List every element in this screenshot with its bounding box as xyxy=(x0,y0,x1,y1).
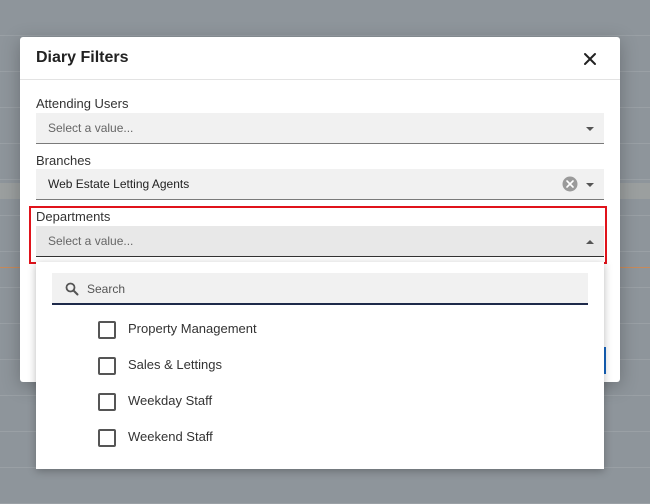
option-label: Sales & Lettings xyxy=(128,357,222,372)
checkbox[interactable] xyxy=(98,393,116,411)
attending-users-label: Attending Users xyxy=(36,96,129,111)
dialog-title: Diary Filters xyxy=(36,49,129,66)
option-label: Weekday Staff xyxy=(128,393,213,408)
checkbox[interactable] xyxy=(98,321,116,339)
option-property-management[interactable]: Property Management xyxy=(98,318,518,342)
attending-users-select[interactable]: Select a value... xyxy=(36,113,604,144)
close-icon[interactable] xyxy=(582,51,598,67)
option-sales-lettings[interactable]: Sales & Lettings xyxy=(98,354,518,378)
chevron-down-icon xyxy=(586,183,594,187)
search-input[interactable] xyxy=(85,278,569,300)
branches-select[interactable]: Web Estate Letting Agents xyxy=(36,169,604,200)
option-weekday-staff[interactable]: Weekday Staff xyxy=(98,390,518,414)
attending-users-placeholder: Select a value... xyxy=(48,121,134,135)
checkbox[interactable] xyxy=(98,429,116,447)
dropdown-search xyxy=(52,273,588,305)
clear-icon[interactable] xyxy=(562,176,578,192)
branches-label: Branches xyxy=(36,153,91,168)
checkbox[interactable] xyxy=(98,357,116,375)
option-label: Property Management xyxy=(128,321,257,336)
option-weekend-staff[interactable]: Weekend Staff xyxy=(98,426,518,450)
chevron-down-icon xyxy=(586,127,594,131)
search-icon xyxy=(65,282,79,296)
option-label: Weekend Staff xyxy=(128,429,213,444)
departments-dropdown: Property Management Sales & Lettings Wee… xyxy=(36,262,604,469)
departments-highlight-box xyxy=(29,206,607,264)
branches-value: Web Estate Letting Agents xyxy=(48,177,190,191)
dialog-header: Diary Filters xyxy=(20,37,620,80)
